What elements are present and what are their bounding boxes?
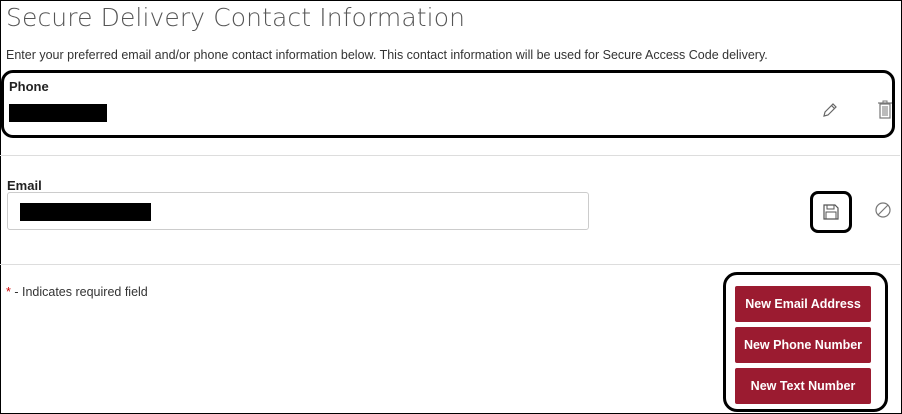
email-value-redacted	[20, 203, 151, 221]
pencil-icon	[823, 103, 837, 117]
section-divider	[0, 264, 900, 265]
edit-phone-button[interactable]	[819, 99, 841, 121]
phone-value-redacted	[9, 104, 107, 122]
save-email-button[interactable]	[810, 191, 852, 233]
action-button-group: New Email Address New Phone Number New T…	[723, 272, 888, 412]
new-email-address-button[interactable]: New Email Address	[735, 286, 871, 322]
cancel-email-button[interactable]	[872, 199, 894, 221]
trash-icon	[878, 100, 892, 119]
intro-text: Enter your preferred email and/or phone …	[6, 48, 768, 62]
required-note-text: - Indicates required field	[10, 285, 148, 299]
phone-section: Phone	[1, 70, 895, 138]
cancel-icon	[875, 202, 891, 218]
phone-label: Phone	[9, 79, 49, 94]
delete-phone-button[interactable]	[874, 99, 896, 121]
page-title: Secure Delivery Contact Information	[6, 3, 466, 32]
required-field-note: * - Indicates required field	[6, 285, 148, 299]
email-label: Email	[7, 178, 42, 193]
section-divider	[0, 155, 900, 156]
save-icon	[823, 204, 839, 220]
new-phone-number-button[interactable]: New Phone Number	[735, 327, 871, 363]
new-text-number-button[interactable]: New Text Number	[735, 368, 871, 404]
